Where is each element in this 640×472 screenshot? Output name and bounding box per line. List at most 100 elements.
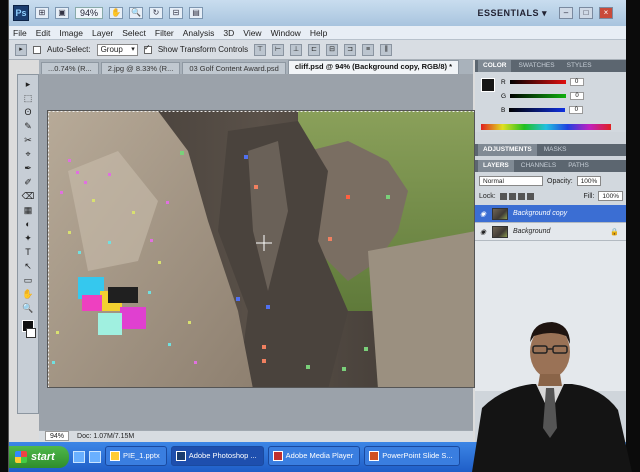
taskbar-item-pptx[interactable]: PIE_1.pptx <box>105 446 167 466</box>
align-middle-icon[interactable]: ⊢ <box>272 43 285 56</box>
green-slider[interactable] <box>510 94 567 98</box>
document-tabs: ...0.74% (R... 2.jpg @ 8.33% (R... 03 Go… <box>39 60 473 74</box>
close-icon[interactable]: × <box>599 7 613 19</box>
pen-tool-icon[interactable]: ✦ <box>21 232 35 244</box>
lock-pixels-icon[interactable] <box>508 192 516 200</box>
menu-select[interactable]: Select <box>122 28 146 38</box>
align-bottom-icon[interactable]: ⊥ <box>290 43 303 56</box>
visibility-eye-icon[interactable]: ◉ <box>479 228 487 236</box>
align-center-icon[interactable]: ⊟ <box>326 43 339 56</box>
gradient-tool-icon[interactable]: ▦ <box>21 204 35 216</box>
minibridge-button[interactable]: ▣ <box>55 7 69 19</box>
align-right-icon[interactable]: ⊐ <box>344 43 357 56</box>
zoom-level[interactable]: 94% <box>75 7 104 19</box>
menu-help[interactable]: Help <box>310 28 327 38</box>
tab-doc-2[interactable]: 2.jpg @ 8.33% (R... <box>100 62 181 74</box>
crop-tool-icon[interactable]: ✂ <box>21 134 35 146</box>
fill-value[interactable]: 100% <box>598 191 623 201</box>
tab-adjustments[interactable]: ADJUSTMENTS <box>478 144 537 156</box>
taskbar-item-media-player[interactable]: Adobe Media Player <box>267 446 361 466</box>
color-panel-swatch[interactable] <box>481 78 495 92</box>
auto-select-dropdown[interactable]: Group <box>96 43 138 56</box>
layer-row-background[interactable]: ◉ Background 🔒 <box>475 223 626 241</box>
tab-channels[interactable]: CHANNELS <box>516 160 561 172</box>
tab-color[interactable]: COLOR <box>478 60 512 72</box>
lock-all-icon[interactable] <box>526 192 534 200</box>
zoom-tool-icon[interactable]: 🔍 <box>129 7 144 19</box>
start-button[interactable]: start <box>9 446 69 468</box>
tab-doc-1[interactable]: ...0.74% (R... <box>41 62 99 74</box>
show-transform-checkbox[interactable] <box>143 43 152 54</box>
status-zoom[interactable]: 94% <box>45 431 70 441</box>
menu-file[interactable]: File <box>13 28 27 38</box>
hand-tool-icon[interactable]: ✋ <box>109 7 124 19</box>
workspace-switcher[interactable]: ESSENTIALS ▾ <box>477 8 547 19</box>
color-ramp[interactable] <box>481 124 611 130</box>
auto-select-checkbox[interactable] <box>33 45 41 54</box>
tab-paths[interactable]: PATHS <box>563 160 594 172</box>
path-select-tool-icon[interactable]: ↖ <box>21 260 35 272</box>
visibility-eye-icon[interactable]: ◉ <box>479 210 487 218</box>
quick-select-tool-icon[interactable]: ✎ <box>21 120 35 132</box>
hand-tool-icon[interactable]: ✋ <box>21 288 35 300</box>
menu-filter[interactable]: Filter <box>155 28 174 38</box>
image-canvas[interactable] <box>47 110 475 388</box>
shape-tool-icon[interactable]: ▭ <box>21 274 35 286</box>
lasso-tool-icon[interactable]: ʘ <box>21 106 35 118</box>
color-panel: R 0 G 0 B 0 <box>475 72 626 132</box>
taskbar-item-powerpoint[interactable]: PowerPoint Slide S... <box>364 446 460 466</box>
minimize-icon[interactable]: – <box>559 7 573 19</box>
rotate-view-icon[interactable]: ↻ <box>149 7 164 19</box>
background-color-swatch[interactable] <box>26 328 36 338</box>
tab-styles[interactable]: STYLES <box>562 60 597 72</box>
blue-slider[interactable] <box>509 108 566 112</box>
eyedropper-tool-icon[interactable]: ⌖ <box>21 148 35 160</box>
eraser-tool-icon[interactable]: ⌫ <box>21 190 35 202</box>
zoom-tool-icon[interactable]: 🔍 <box>21 302 35 314</box>
move-tool-icon[interactable]: ▸ <box>21 78 35 90</box>
adjustments-tabs: ADJUSTMENTS MASKS <box>475 144 626 156</box>
tab-layers[interactable]: LAYERS <box>478 160 514 172</box>
photoshop-icon <box>175 451 186 461</box>
tab-cliff-active[interactable]: cliff.psd @ 94% (Background copy, RGB/8)… <box>287 60 460 74</box>
type-tool-icon[interactable]: T <box>21 246 35 258</box>
menu-analysis[interactable]: Analysis <box>183 28 215 38</box>
blend-mode-dropdown[interactable]: Normal <box>479 176 543 186</box>
red-slider[interactable] <box>509 80 566 84</box>
dodge-tool-icon[interactable]: ◐ <box>21 218 35 230</box>
tab-masks[interactable]: MASKS <box>539 144 572 156</box>
move-tool-icon[interactable]: ▸ <box>15 43 27 56</box>
cliff-photo <box>48 111 474 387</box>
marquee-tool-icon[interactable]: ⬚ <box>21 92 35 104</box>
screen-mode-icon[interactable]: ▤ <box>189 7 204 19</box>
opacity-value[interactable]: 100% <box>576 176 602 186</box>
distribute-horizontal-icon[interactable]: ⫼ <box>380 43 393 56</box>
lock-transparency-icon[interactable] <box>499 192 507 200</box>
layer-row-background-copy[interactable]: ◉ Background copy <box>475 205 626 223</box>
quicklaunch-icon[interactable] <box>73 451 85 463</box>
menu-3d[interactable]: 3D <box>223 28 234 38</box>
healing-tool-icon[interactable]: ✒ <box>21 162 35 174</box>
maximize-icon[interactable]: □ <box>579 7 593 19</box>
brush-tool-icon[interactable]: ✐ <box>21 176 35 188</box>
tab-swatches[interactable]: SWATCHES <box>513 60 559 72</box>
arrange-documents-icon[interactable]: ⊟ <box>169 7 184 19</box>
menu-layer[interactable]: Layer <box>92 28 113 38</box>
lock-position-icon[interactable] <box>517 192 525 200</box>
quicklaunch-icon[interactable] <box>89 451 101 463</box>
tab-doc-3[interactable]: 03 Golf Content Award.psd <box>182 62 286 74</box>
taskbar-item-photoshop[interactable]: Adobe Photoshop ... <box>170 446 264 466</box>
menu-image[interactable]: Image <box>59 28 83 38</box>
align-left-icon[interactable]: ⊏ <box>308 43 321 56</box>
menu-window[interactable]: Window <box>271 28 301 38</box>
layer-name: Background copy <box>513 210 568 217</box>
taskbar-label: PowerPoint Slide S... <box>382 451 453 460</box>
menu-edit[interactable]: Edit <box>36 28 51 38</box>
red-value[interactable]: 0 <box>569 78 584 86</box>
bridge-button[interactable]: ⊞ <box>35 7 49 19</box>
blue-value[interactable]: 0 <box>569 106 584 114</box>
align-top-icon[interactable]: ⊤ <box>254 43 267 56</box>
green-value[interactable]: 0 <box>570 92 585 100</box>
distribute-icon[interactable]: ≡ <box>362 43 375 56</box>
menu-view[interactable]: View <box>243 28 261 38</box>
